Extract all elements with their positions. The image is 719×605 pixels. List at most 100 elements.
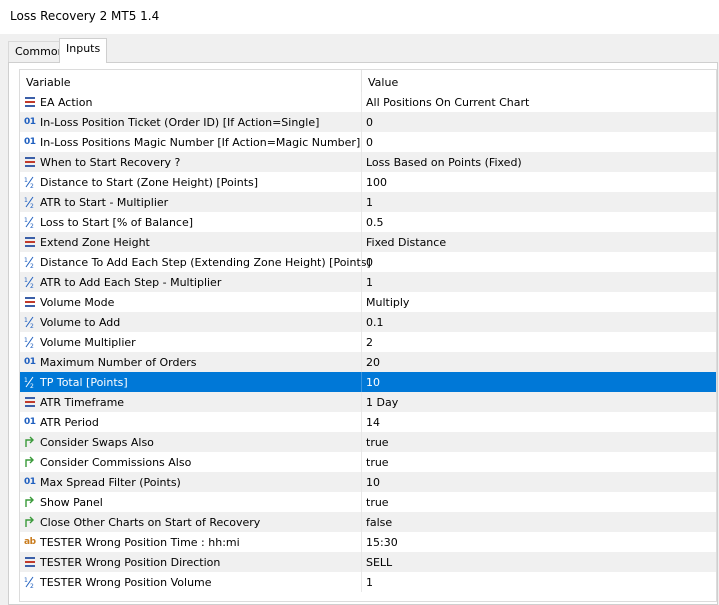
variable-value[interactable]: 0 [366, 116, 373, 129]
table-row[interactable]: TESTER Wrong Position Direction SELL [20, 552, 716, 572]
double-icon: 12 [24, 176, 36, 188]
cell-divider [361, 332, 362, 352]
table-row[interactable]: Show Panel true [20, 492, 716, 512]
cell-divider [361, 272, 362, 292]
variable-value[interactable]: Fixed Distance [366, 236, 446, 249]
variable-value[interactable]: true [366, 496, 389, 509]
cell-divider [361, 312, 362, 332]
table-row[interactable]: Extend Zone Height Fixed Distance [20, 232, 716, 252]
table-row[interactable]: 1 2 Volume Multiplier 2 [20, 332, 716, 352]
svg-text:2: 2 [30, 263, 34, 268]
column-header-value[interactable]: Value [368, 76, 398, 89]
svg-text:1: 1 [24, 577, 28, 584]
variable-name: In-Loss Positions Magic Number [If Actio… [40, 136, 361, 149]
double-icon: 12 [24, 576, 36, 588]
enum-icon [24, 296, 36, 308]
column-divider[interactable] [361, 70, 362, 92]
table-row[interactable]: Consider Commissions Also true [20, 452, 716, 472]
svg-text:2: 2 [30, 583, 34, 588]
svg-text:1: 1 [24, 377, 28, 384]
table-row[interactable]: When to Start Recovery ? Loss Based on Po… [20, 152, 716, 172]
variable-value[interactable]: Loss Based on Points (Fixed) [366, 156, 522, 169]
enum-icon [24, 236, 36, 248]
variable-value[interactable]: Multiply [366, 296, 409, 309]
svg-text:1: 1 [24, 217, 28, 224]
table-row[interactable]: 01 Max Spread Filter (Points) 10 [20, 472, 716, 492]
variable-name: Consider Swaps Also [40, 436, 154, 449]
variable-name: TESTER Wrong Position Volume [40, 576, 212, 589]
variable-value[interactable]: 2 [366, 336, 373, 349]
variable-value[interactable]: false [366, 516, 392, 529]
variable-name: Loss to Start [% of Balance] [40, 216, 194, 229]
int-icon-glyph: 01 [24, 137, 36, 147]
cell-divider [361, 292, 362, 312]
variable-value[interactable]: 0 [366, 256, 373, 269]
enum-icon [24, 396, 36, 408]
variable-value[interactable]: true [366, 436, 389, 449]
variable-value[interactable]: 10 [366, 376, 380, 389]
table-row[interactable]: ATR Timeframe 1 Day [20, 392, 716, 412]
variable-value[interactable]: All Positions On Current Chart [366, 96, 529, 109]
table-row[interactable]: 01 In-Loss Positions Magic Number [If Act… [20, 132, 716, 152]
variable-value[interactable]: 1 [366, 196, 373, 209]
cell-divider [361, 432, 362, 452]
variable-value[interactable]: 1 Day [366, 396, 398, 409]
grid-header: Variable Value [20, 70, 716, 93]
grid-rows: EA Action All Positions On Current Chart 0… [20, 92, 716, 592]
variable-value[interactable]: true [366, 456, 389, 469]
table-row[interactable]: 1 2 ATR to Start - Multiplier 1 [20, 192, 716, 212]
variable-value[interactable]: 0.1 [366, 316, 384, 329]
table-row[interactable]: 1 2 Distance To Add Each Step (Extending Z… [20, 252, 716, 272]
variable-value[interactable]: 0 [366, 136, 373, 149]
table-row[interactable]: 01 In-Loss Position Ticket (Order ID) [If… [20, 112, 716, 132]
table-row[interactable]: 1 2 Distance to Start (Zone Height) [Point… [20, 172, 716, 192]
cell-divider [361, 212, 362, 232]
table-row[interactable]: Consider Swaps Also true [20, 432, 716, 452]
svg-text:1: 1 [24, 337, 28, 344]
int-icon-glyph: 01 [24, 117, 36, 127]
svg-text:2: 2 [30, 203, 34, 208]
column-header-variable[interactable]: Variable [26, 76, 71, 89]
table-row[interactable]: Volume Mode Multiply [20, 292, 716, 312]
variable-value[interactable]: 10 [366, 476, 380, 489]
table-row[interactable]: 1 2 TP Total [Points] 10 [20, 372, 716, 392]
int-icon-glyph: 01 [24, 357, 36, 367]
svg-text:2: 2 [30, 343, 34, 348]
bool-icon [24, 436, 36, 448]
variable-value[interactable]: 100 [366, 176, 387, 189]
variable-value[interactable]: 15:30 [366, 536, 398, 549]
variable-name: When to Start Recovery ? [40, 156, 181, 169]
table-row[interactable]: 1 2 TESTER Wrong Position Volume 1 [20, 572, 716, 592]
cell-divider [361, 92, 362, 112]
cell-divider [361, 492, 362, 512]
enum-icon [24, 556, 36, 568]
int-icon-glyph: 01 [24, 417, 36, 427]
table-row[interactable]: 1 2 ATR to Add Each Step - Multiplier 1 [20, 272, 716, 292]
svg-text:2: 2 [30, 223, 34, 228]
variable-value[interactable]: 1 [366, 276, 373, 289]
variable-value[interactable]: SELL [366, 556, 392, 569]
variable-value[interactable]: 1 [366, 576, 373, 589]
table-row[interactable]: EA Action All Positions On Current Chart [20, 92, 716, 112]
table-row[interactable]: ab TESTER Wrong Position Time : hh:mi 15:3… [20, 532, 716, 552]
double-icon: 12 [24, 196, 36, 208]
table-row[interactable]: 1 2 Volume to Add 0.1 [20, 312, 716, 332]
cell-divider [361, 412, 362, 432]
svg-text:1: 1 [24, 197, 28, 204]
cell-divider [361, 372, 362, 392]
tab-inputs[interactable]: Inputs [59, 38, 108, 63]
cell-divider [361, 232, 362, 252]
variable-value[interactable]: 0.5 [366, 216, 384, 229]
double-icon: 12 [24, 256, 36, 268]
table-row[interactable]: 1 2 Loss to Start [% of Balance] 0.5 [20, 212, 716, 232]
cell-divider [361, 252, 362, 272]
table-row[interactable]: 01 ATR Period 14 [20, 412, 716, 432]
table-row[interactable]: Close Other Charts on Start of Recovery f… [20, 512, 716, 532]
variable-value[interactable]: 14 [366, 416, 380, 429]
cell-divider [361, 352, 362, 372]
svg-text:2: 2 [30, 183, 34, 188]
cell-divider [361, 192, 362, 212]
variable-name: Max Spread Filter (Points) [40, 476, 181, 489]
table-row[interactable]: 01 Maximum Number of Orders 20 [20, 352, 716, 372]
variable-value[interactable]: 20 [366, 356, 380, 369]
